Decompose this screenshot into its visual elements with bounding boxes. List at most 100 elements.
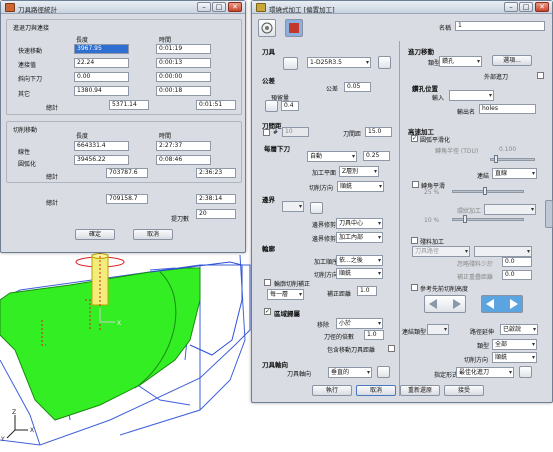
total-length[interactable]: 703787.6 (106, 168, 148, 178)
reset-button[interactable]: 重新還原 (400, 385, 440, 396)
close-button[interactable]: ✕ (535, 2, 549, 12)
total-time[interactable]: 2:36:23 (196, 168, 236, 178)
row-label: 線性 (18, 149, 31, 156)
divider (399, 41, 400, 396)
axis-dropdown[interactable]: 垂直的 (328, 367, 372, 378)
rest-sub-dropdown[interactable] (474, 246, 532, 257)
allowance-input[interactable]: 0.4 (281, 101, 299, 111)
grand-total-length[interactable]: 709158.7 (106, 194, 148, 204)
allowance-icon[interactable] (265, 100, 278, 112)
grand-total-time[interactable]: 2:38:14 (196, 194, 236, 204)
contour-each-dropdown[interactable]: 每一層 (267, 289, 304, 300)
rest-comp-input[interactable]: 0.0 (502, 270, 532, 280)
row-length[interactable]: 664331.4 (74, 141, 129, 151)
smooth-checkbox[interactable] (412, 181, 419, 188)
drill-output-input[interactable]: holes (479, 104, 536, 114)
boundary-sec-dropdown[interactable]: 加工內部 (336, 232, 383, 243)
cancel-button[interactable]: 取消 (356, 385, 396, 396)
row-time[interactable]: 2:27:37 (156, 141, 211, 151)
smooth-slider[interactable] (452, 187, 524, 195)
row-time[interactable]: 0:08:46 (156, 155, 211, 165)
strategy-icon[interactable] (258, 19, 276, 37)
rest-checkbox[interactable] (411, 237, 418, 244)
slider-knob[interactable] (483, 187, 487, 195)
col-time-header: 時間 (159, 133, 172, 140)
link-cut-dropdown[interactable]: 順銑 (492, 352, 537, 363)
tolerance-input[interactable]: 0.05 (344, 82, 371, 92)
row-time[interactable]: 0:00:00 (156, 72, 211, 82)
corner-checkbox[interactable]: ✓ (411, 135, 418, 142)
stepover-count-input[interactable]: 10 (282, 127, 309, 137)
ok-button[interactable]: 確定 (75, 229, 115, 240)
tool-count-value[interactable]: 20 (196, 209, 236, 219)
stepover-count-checkbox[interactable] (263, 129, 270, 136)
total-time[interactable]: 0:01:51 (196, 100, 236, 110)
minimize-button[interactable]: – (197, 2, 211, 12)
drill-input-dropdown[interactable] (449, 90, 494, 101)
dialog-titlebar[interactable]: 刀具路徑統計 – □ ✕ (1, 1, 245, 14)
stepover-dist-input[interactable]: 15.0 (365, 127, 392, 137)
boundary-prim-dropdown[interactable]: 刀具中心 (336, 218, 383, 229)
slider-knob[interactable] (463, 215, 467, 223)
link-type-dropdown[interactable] (427, 324, 449, 335)
row-length[interactable]: 39456.22 (74, 155, 129, 165)
row-length[interactable]: 22.24 (74, 58, 129, 68)
conn-dropdown[interactable]: 直線 (492, 168, 537, 179)
stepdown-order-dropdown[interactable]: Z層別 (339, 166, 379, 177)
region-remove-dropdown[interactable]: 小於 (336, 318, 383, 329)
close-button[interactable]: ✕ (228, 2, 242, 12)
link-spec-dropdown[interactable]: 最佳化進刀 (456, 367, 514, 378)
row-length[interactable]: 3967.95 (74, 44, 129, 54)
loop-dropdown[interactable] (484, 204, 536, 215)
link-edit-icon[interactable] (519, 366, 532, 378)
rest-minlen-input[interactable]: 0.0 (502, 257, 532, 267)
tool-type-icon[interactable] (283, 57, 298, 70)
plunge-options-button[interactable]: 選項... (492, 55, 532, 66)
stepover-dist-label: 刀間距 (343, 131, 362, 138)
rest-mode-icon-a[interactable] (424, 295, 466, 313)
slider-knob[interactable] (494, 155, 498, 163)
rest-type-dropdown[interactable]: 刀具路徑 (412, 246, 470, 257)
row-length[interactable]: 0.00 (74, 72, 129, 82)
total-length[interactable]: 5371.14 (109, 100, 149, 110)
loop-slider[interactable] (452, 215, 524, 223)
minimize-button[interactable]: – (504, 2, 518, 12)
row-label: 快速移動 (18, 48, 43, 55)
region-dia-input[interactable]: 1.0 (364, 330, 384, 340)
maximize-button[interactable]: □ (519, 2, 533, 12)
contour-comp-checkbox[interactable] (264, 279, 271, 286)
tool-select-icon[interactable] (285, 19, 303, 37)
axis-edit-icon[interactable] (377, 366, 390, 378)
contour-extra-input[interactable]: 1.0 (357, 286, 377, 296)
boundary-select-dropdown[interactable] (282, 201, 304, 212)
rest-mode-icon-b[interactable] (481, 295, 523, 313)
region-checkbox[interactable]: ✓ (264, 308, 271, 315)
cancel-button[interactable]: 取消 (133, 229, 173, 240)
maximize-button[interactable]: □ (212, 2, 226, 12)
tool-edit-icon[interactable] (378, 56, 391, 69)
row-length[interactable]: 1380.94 (74, 86, 129, 96)
boundary-edit-icon[interactable] (310, 202, 323, 214)
contour-dir-dropdown[interactable]: 順銑 (336, 268, 383, 279)
outside-plunge-checkbox[interactable] (537, 72, 544, 79)
link-kind-dropdown[interactable]: 全部 (492, 339, 537, 350)
run-button[interactable]: 執行 (312, 385, 352, 396)
region-include-checkbox[interactable] (388, 345, 395, 352)
row-time[interactable]: 0:00:13 (156, 58, 211, 68)
dialog-titlebar[interactable]: 環繞式加工 [偏置加工] – □ ✕ (252, 1, 552, 14)
radius-slider[interactable] (490, 155, 535, 163)
row-time[interactable]: 0:01:19 (156, 44, 211, 54)
stepdown-mode-dropdown[interactable]: 自動 (307, 151, 357, 162)
link-path-dropdown[interactable]: 已啟說 (500, 324, 538, 335)
rest-ref-checkbox[interactable] (411, 284, 418, 291)
panel-expand-tab[interactable] (545, 200, 553, 228)
tool-dropdown[interactable]: 1-D25R3.5 (307, 57, 371, 68)
stepdown-dir-dropdown[interactable]: 順銑 (337, 181, 384, 192)
contour-order-dropdown[interactable]: 依...之後 (336, 255, 383, 266)
col-length-header: 長度 (76, 37, 89, 44)
row-time[interactable]: 0:00:18 (156, 86, 211, 96)
stepdown-value-input[interactable]: 0.25 (363, 151, 390, 161)
plunge-type-dropdown[interactable]: 鑽孔 (439, 56, 482, 67)
accept-button[interactable]: 接受 (444, 385, 484, 396)
name-input[interactable]: 1 (455, 21, 545, 31)
